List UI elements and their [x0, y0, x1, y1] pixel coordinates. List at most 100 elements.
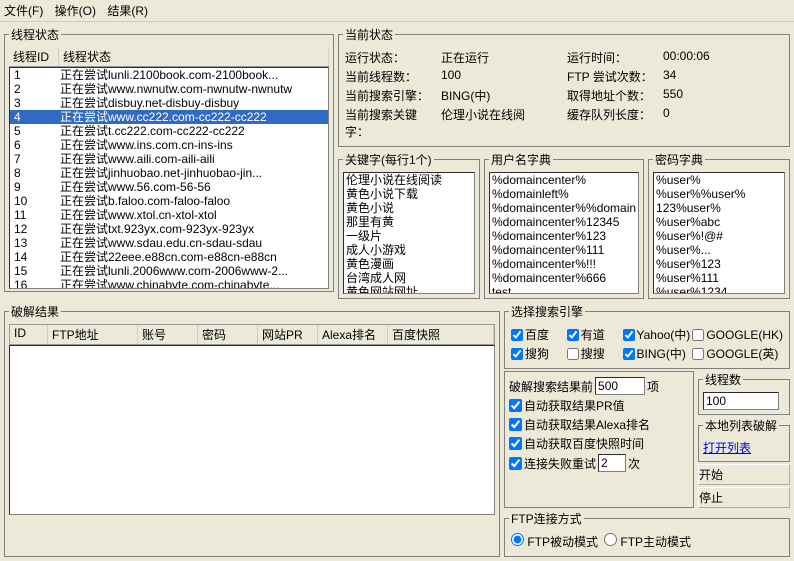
- thread-row[interactable]: 11正在尝试www.xtol.cn-xtol-xtol: [10, 208, 328, 222]
- list-item[interactable]: 台湾成人网: [344, 271, 474, 285]
- col-account[interactable]: 账号: [138, 325, 198, 344]
- thread-row[interactable]: 3正在尝试disbuy.net-disbuy-disbuy: [10, 96, 328, 110]
- list-item[interactable]: %user%...: [654, 243, 784, 257]
- val-got-addr: 550: [663, 87, 783, 104]
- col-alexa[interactable]: Alexa排名: [318, 325, 388, 344]
- radio-active[interactable]: FTP主动模式: [604, 533, 691, 550]
- list-item[interactable]: 成人小游戏: [344, 243, 474, 257]
- chk-sogou[interactable]: 搜狗: [511, 345, 565, 362]
- col-password[interactable]: 密码: [198, 325, 258, 344]
- keywords-list[interactable]: 伦理小说在线阅读黄色小说下载黄色小说那里有黄一级片成人小游戏黄色漫画台湾成人网黄…: [343, 172, 475, 294]
- list-item[interactable]: %user%1234: [654, 285, 784, 294]
- keywords-title: 关键字(每行1个): [343, 151, 434, 168]
- list-item[interactable]: %domaincenter%123: [490, 229, 638, 243]
- crack-list[interactable]: [9, 345, 495, 515]
- list-item[interactable]: %domaincenter%666: [490, 271, 638, 285]
- thread-row[interactable]: 12正在尝试txt.923yx.com-923yx-923yx: [10, 222, 328, 236]
- userdict-title: 用户名字典: [489, 151, 553, 168]
- list-item[interactable]: 伦理小说在线阅读: [344, 173, 474, 187]
- lbl-kw: 当前搜索关键字：: [345, 106, 435, 140]
- list-item[interactable]: test: [490, 285, 638, 294]
- val-queue: 0: [663, 106, 783, 140]
- start-button[interactable]: 开始: [698, 464, 790, 485]
- threadcount-title: 线程数: [703, 371, 743, 388]
- engines-group: 选择搜索引擎 百度 有道 Yahoo(中) GOOGLE(HK) 搜狗 搜搜 B…: [504, 303, 790, 369]
- local-list-title: 本地列表破解: [703, 417, 779, 434]
- menu-file[interactable]: 文件(F): [4, 4, 43, 18]
- chk-youdao[interactable]: 有道: [567, 326, 621, 343]
- thread-status-title: 线程状态: [9, 26, 61, 43]
- list-item[interactable]: 123%user%: [654, 201, 784, 215]
- chk-google-en[interactable]: GOOGLE(英): [692, 345, 783, 362]
- chk-baidu[interactable]: 百度: [511, 326, 565, 343]
- list-item[interactable]: %user%abc: [654, 215, 784, 229]
- thread-row[interactable]: 5正在尝试t.cc222.com-cc222-cc222: [10, 124, 328, 138]
- chk-retry[interactable]: [509, 457, 522, 470]
- lbl-crack-before: 破解搜索结果前: [509, 378, 593, 395]
- col-pr[interactable]: 网站PR: [258, 325, 318, 344]
- lbl-got-addr: 取得地址个数：: [567, 87, 657, 104]
- thread-row[interactable]: 1正在尝试lunli.2100book.com-2100book...: [10, 68, 328, 82]
- input-crack-count[interactable]: [595, 377, 645, 395]
- thread-row[interactable]: 9正在尝试www.56.com-56-56: [10, 180, 328, 194]
- list-item[interactable]: %user%: [654, 173, 784, 187]
- col-thread-id[interactable]: 线程ID: [9, 47, 59, 66]
- thread-row[interactable]: 4正在尝试www.cc222.com-cc222-cc222: [10, 110, 328, 124]
- thread-row[interactable]: 6正在尝试www.ins.com.cn-ins-ins: [10, 138, 328, 152]
- stop-button[interactable]: 停止: [698, 487, 790, 508]
- chk-bing[interactable]: BING(中): [623, 345, 691, 362]
- thread-row[interactable]: 7正在尝试www.aili.com-aili-aili: [10, 152, 328, 166]
- list-item[interactable]: %domaincenter%12345: [490, 215, 638, 229]
- list-item[interactable]: %domaincenter%111: [490, 243, 638, 257]
- radio-passive[interactable]: FTP被动模式: [511, 533, 598, 550]
- userdict-list[interactable]: %domaincenter%%domainleft%%domaincenter%…: [489, 172, 639, 294]
- list-item[interactable]: 黄色网站网址: [344, 285, 474, 294]
- thread-row[interactable]: 10正在尝试b.faloo.com-faloo-faloo: [10, 194, 328, 208]
- list-item[interactable]: 那里有黄: [344, 215, 474, 229]
- thread-list[interactable]: 1正在尝试lunli.2100book.com-2100book...2正在尝试…: [9, 67, 329, 289]
- col-ftp[interactable]: FTP地址: [48, 325, 138, 344]
- list-item[interactable]: %domainleft%: [490, 187, 638, 201]
- list-item[interactable]: %domaincenter%: [490, 173, 638, 187]
- link-open-list[interactable]: 打开列表: [703, 438, 785, 457]
- thread-row[interactable]: 15正在尝试lunli.2006www.com-2006www-2...: [10, 264, 328, 278]
- chk-google-hk[interactable]: GOOGLE(HK): [692, 326, 783, 343]
- thread-row[interactable]: 14正在尝试22eee.e88cn.com-e88cn-e88cn: [10, 250, 328, 264]
- engines-title: 选择搜索引擎: [509, 303, 585, 320]
- lbl-run-state: 运行状态：: [345, 49, 435, 66]
- list-item[interactable]: %domaincenter%%domain: [490, 201, 638, 215]
- chk-yahoo[interactable]: Yahoo(中): [623, 326, 691, 343]
- lbl-engine: 当前搜索引擎：: [345, 87, 435, 104]
- lbl-thread-cnt: 当前线程数：: [345, 68, 435, 85]
- chk-auto-alexa[interactable]: [509, 418, 522, 431]
- input-retry-count[interactable]: [598, 454, 626, 472]
- passdict-list[interactable]: %user%%user%%user%123%user%%user%abc%use…: [653, 172, 785, 294]
- thread-row[interactable]: 2正在尝试www.nwnutw.com-nwnutw-nwnutw: [10, 82, 328, 96]
- val-ftp-try: 34: [663, 68, 783, 85]
- list-item[interactable]: 黄色小说下载: [344, 187, 474, 201]
- val-engine: BING(中): [441, 87, 561, 104]
- col-thread-status[interactable]: 线程状态: [59, 47, 329, 66]
- list-item[interactable]: %user%123: [654, 257, 784, 271]
- input-thread-count[interactable]: [703, 392, 779, 410]
- list-item[interactable]: %user%111: [654, 271, 784, 285]
- local-list-group: 本地列表破解 打开列表: [698, 417, 790, 462]
- chk-auto-baidu[interactable]: [509, 437, 522, 450]
- list-item[interactable]: 黄色小说: [344, 201, 474, 215]
- col-baidu[interactable]: 百度快照: [388, 325, 494, 344]
- thread-row[interactable]: 8正在尝试jinhuobao.net-jinhuobao-jin...: [10, 166, 328, 180]
- list-item[interactable]: %user%%user%: [654, 187, 784, 201]
- thread-row[interactable]: 16正在尝试www.chinabyte.com-chinabyte...: [10, 278, 328, 289]
- col-id[interactable]: ID: [10, 325, 48, 344]
- list-item[interactable]: 一级片: [344, 229, 474, 243]
- chk-auto-pr[interactable]: [509, 399, 522, 412]
- chk-soso[interactable]: 搜搜: [567, 345, 621, 362]
- val-thread-cnt: 100: [441, 68, 561, 85]
- thread-row[interactable]: 13正在尝试www.sdau.edu.cn-sdau-sdau: [10, 236, 328, 250]
- list-item[interactable]: %domaincenter%!!!: [490, 257, 638, 271]
- menu-result[interactable]: 结果(R): [107, 4, 148, 18]
- menu-op[interactable]: 操作(O): [55, 4, 96, 18]
- list-item[interactable]: %user%!@#: [654, 229, 784, 243]
- list-item[interactable]: 黄色漫画: [344, 257, 474, 271]
- lbl-run-time: 运行时间：: [567, 49, 657, 66]
